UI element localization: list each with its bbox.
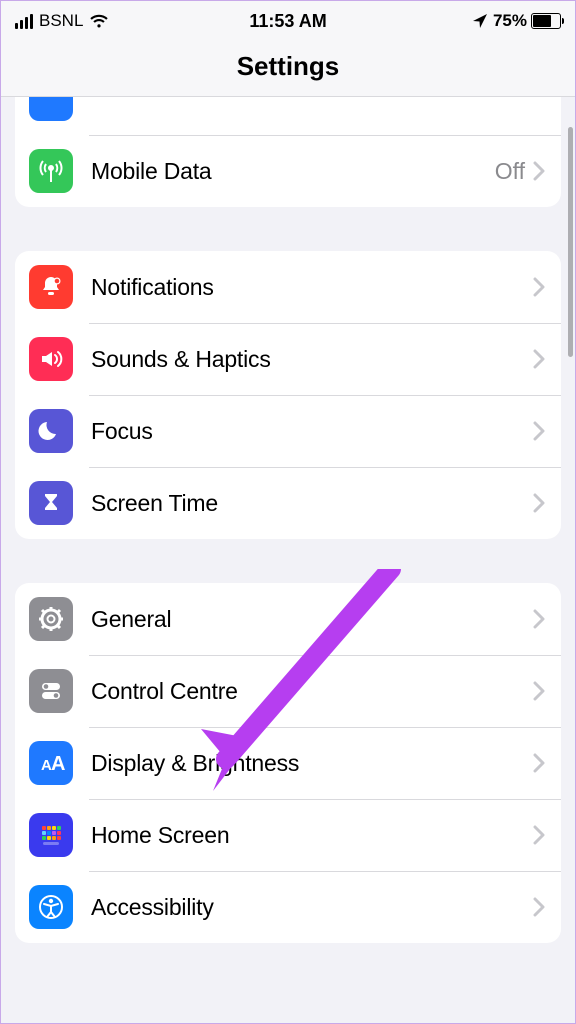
scrollbar[interactable] [568,127,573,357]
mobile-data-label: Mobile Data [91,158,495,185]
wifi-icon [89,14,109,29]
chevron-icon [533,897,545,917]
carrier-label: BSNL [39,11,83,31]
screen: BSNL 11:53 AM 75% Settings [0,0,576,1024]
hourglass-icon [29,481,73,525]
chevron-icon [533,277,545,297]
accessibility-label: Accessibility [91,894,533,921]
chevron-icon [533,681,545,701]
chevron-icon [533,609,545,629]
moon-icon [29,409,73,453]
toggles-icon [29,669,73,713]
general-label: General [91,606,533,633]
battery-indicator: 75% [493,11,561,31]
page-title: Settings [1,37,575,97]
group-connectivity: Mobile Data Off [15,97,561,207]
battery-percent: 75% [493,11,527,31]
chevron-icon [533,493,545,513]
row-control-centre[interactable]: Control Centre [15,655,561,727]
group-sounds-focus: Notifications Sounds & Haptics Focus [15,251,561,539]
notifications-label: Notifications [91,274,533,301]
accessibility-icon [29,885,73,929]
row-display-brightness[interactable]: AA Display & Brightness [15,727,561,799]
battery-level [533,15,551,27]
row-mobile-data[interactable]: Mobile Data Off [15,135,561,207]
status-bar-left: BSNL [15,11,109,31]
chevron-icon [533,349,545,369]
group-general-display: General Control Centre AA Display & Brig… [15,583,561,943]
status-bar-right: 75% [473,11,561,31]
cell-signal-icon [15,14,33,29]
focus-label: Focus [91,418,533,445]
screen-time-label: Screen Time [91,490,533,517]
settings-list[interactable]: Mobile Data Off Notifications [1,97,575,1024]
speaker-icon [29,337,73,381]
row-general[interactable]: General [15,583,561,655]
row-home-screen[interactable]: Home Screen [15,799,561,871]
row-focus[interactable]: Focus [15,395,561,467]
status-time: 11:53 AM [249,11,326,32]
row-notifications[interactable]: Notifications [15,251,561,323]
battery-icon [531,13,561,29]
row-partial[interactable] [15,97,561,135]
partial-icon [29,97,73,121]
status-bar: BSNL 11:53 AM 75% [1,1,575,37]
sounds-haptics-label: Sounds & Haptics [91,346,533,373]
chevron-icon [533,825,545,845]
control-centre-label: Control Centre [91,678,533,705]
chevron-icon [533,161,545,181]
textsize-icon: AA [29,741,73,785]
display-brightness-label: Display & Brightness [91,750,533,777]
row-accessibility[interactable]: Accessibility [15,871,561,943]
bell-icon [29,265,73,309]
location-icon [473,14,487,28]
antenna-icon [29,149,73,193]
appgrid-icon [29,813,73,857]
mobile-data-value: Off [495,158,525,185]
svg-text:A: A [51,753,65,775]
row-screen-time[interactable]: Screen Time [15,467,561,539]
row-sounds-haptics[interactable]: Sounds & Haptics [15,323,561,395]
chevron-icon [533,753,545,773]
home-screen-label: Home Screen [91,822,533,849]
gear-icon [29,597,73,641]
chevron-icon [533,421,545,441]
